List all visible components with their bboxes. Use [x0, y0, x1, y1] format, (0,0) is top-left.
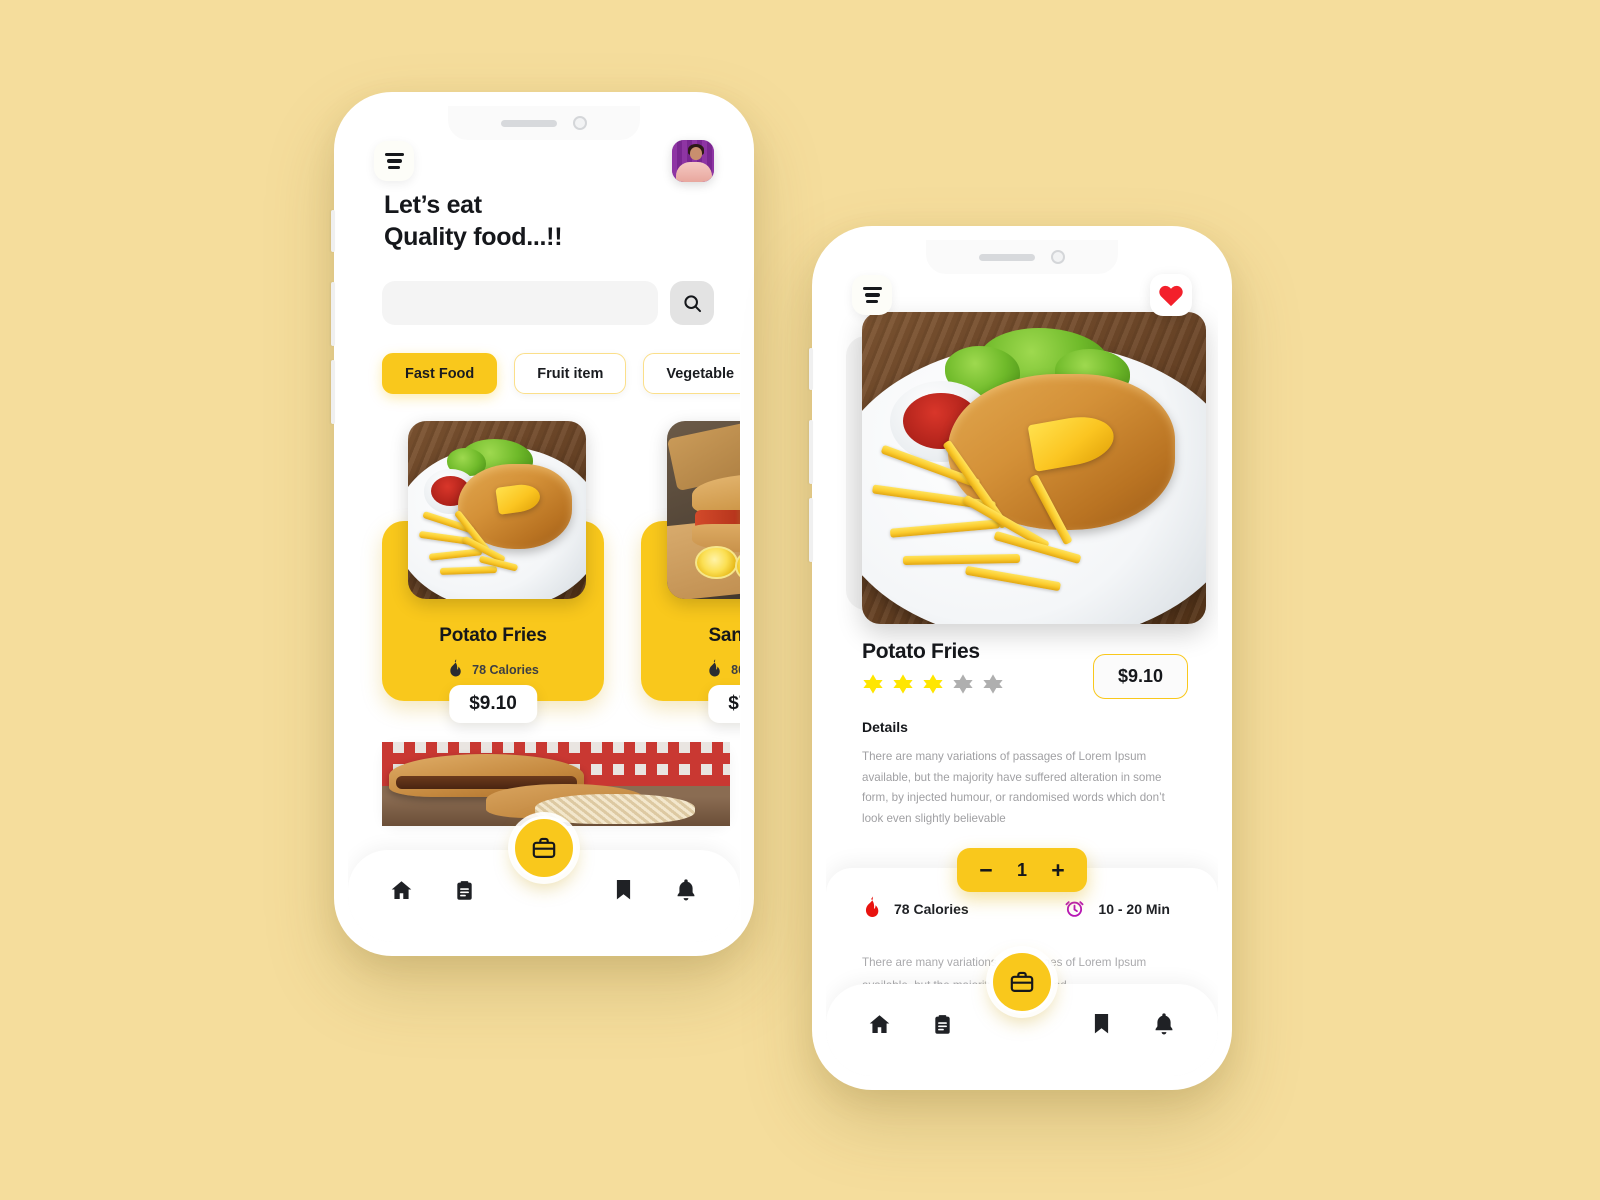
product-price: $9.10 [1092, 654, 1188, 699]
flame-icon [862, 896, 881, 922]
flame-icon [706, 659, 722, 681]
food-card-price: $9.10 [449, 685, 537, 723]
earpiece-speaker [979, 253, 1035, 261]
food-card-calories: 78 Calories [382, 659, 604, 681]
food-card-image-sandwich [667, 421, 740, 599]
category-pill-fast-food[interactable]: Fast Food [382, 353, 498, 394]
detail-screen: Potato Fries $9.10 Details There are man… [826, 240, 1218, 1076]
phone-side-button-volume-down[interactable] [809, 498, 813, 562]
search-icon[interactable] [670, 281, 714, 325]
phone-home: Let’s eat Quality food...!! Fast Food Fr… [331, 92, 754, 956]
search-input[interactable] [382, 281, 658, 325]
hamburger-menu-icon[interactable] [852, 275, 892, 315]
home-topbar [374, 140, 714, 182]
nav-item-bookmarks[interactable] [1079, 1002, 1123, 1046]
details-heading: Details [862, 719, 908, 735]
quantity-value: 1 [1016, 859, 1027, 880]
earpiece-speaker [501, 119, 557, 127]
hamburger-menu-icon[interactable] [374, 141, 414, 181]
headline-line-2: Quality food...!! [384, 222, 563, 251]
food-card-price: $7.50 [708, 685, 740, 723]
alarm-clock-icon [1064, 897, 1085, 922]
front-camera [1051, 250, 1065, 264]
info-row: 78 Calories 10 - 20 Min [862, 896, 1188, 922]
home-screen: Let’s eat Quality food...!! Fast Food Fr… [348, 106, 740, 942]
phone-side-button-volume-up[interactable] [331, 282, 335, 346]
star-empty-4[interactable] [952, 673, 974, 695]
nav-item-home[interactable] [858, 1002, 902, 1046]
food-card-potato-fries[interactable]: Potato Fries 78 Calories $9.10 [382, 421, 604, 723]
nav-item-orders[interactable] [921, 1002, 965, 1046]
page-title: Let’s eat Quality food...!! [384, 190, 563, 253]
user-avatar[interactable] [672, 140, 714, 182]
front-camera [573, 116, 587, 130]
food-card-row: Potato Fries 78 Calories $9.10 San 8 $ [382, 421, 740, 723]
food-card-calories: 80 Calories [641, 659, 740, 681]
nav-item-bookmarks[interactable] [601, 868, 645, 912]
nav-item-home[interactable] [380, 868, 424, 912]
phone-detail: Potato Fries $9.10 Details There are man… [809, 226, 1232, 1090]
info-prep-time-label: 10 - 20 Min [1098, 901, 1170, 917]
phone-notch [448, 106, 640, 140]
phone-side-button-mute[interactable] [331, 210, 335, 252]
detail-info: Potato Fries $9.10 Details There are man… [862, 640, 1188, 830]
briefcase-icon[interactable] [512, 816, 576, 880]
heart-icon[interactable] [1150, 274, 1192, 316]
food-card-name: Sandwich [708, 625, 740, 646]
food-card-calories-label: 78 Calories [472, 663, 539, 677]
details-text: There are many variations of passages of… [862, 750, 1165, 825]
star-filled-3[interactable] [922, 673, 944, 695]
nav-item-notifications[interactable] [664, 868, 708, 912]
headline-line-1: Let’s eat [384, 191, 482, 219]
quantity-increment-button[interactable]: + [1049, 858, 1067, 882]
nav-item-orders[interactable] [443, 868, 487, 912]
food-card-name: Potato Fries [439, 625, 547, 646]
hero-image [862, 312, 1206, 624]
quantity-stepper[interactable]: − 1 + [957, 848, 1087, 892]
category-pill-vegetable[interactable]: Vegetable [643, 353, 740, 394]
star-empty-5[interactable] [982, 673, 1004, 695]
phone-notch [926, 240, 1118, 274]
info-calories-label: 78 Calories [894, 901, 969, 917]
search-row [382, 281, 714, 325]
food-card-sandwich[interactable]: Sandwich 80 Calories $7.50 [641, 421, 740, 723]
info-prep-time: 10 - 20 Min [1064, 896, 1170, 922]
detail-topbar [852, 274, 1192, 316]
star-filled-1[interactable] [862, 673, 884, 695]
nav-item-notifications[interactable] [1142, 1002, 1186, 1046]
briefcase-icon[interactable] [990, 950, 1054, 1014]
food-card-calories-label: 80 Calories [731, 663, 740, 677]
quantity-decrement-button[interactable]: − [977, 858, 995, 882]
food-card-image-potato-fries [408, 421, 586, 599]
info-calories: 78 Calories [862, 896, 969, 922]
star-filled-2[interactable] [892, 673, 914, 695]
phone-side-button-volume-up[interactable] [809, 420, 813, 484]
phone-side-button-volume-down[interactable] [331, 360, 335, 424]
list-item[interactable]: burger with coleslaw $8.10 [382, 742, 730, 826]
category-pill-fruit-item[interactable]: Fruit item [514, 353, 627, 394]
list-item-image [382, 742, 730, 826]
category-pill-row: Fast Food Fruit item Vegetable [382, 353, 740, 394]
phone-side-button-mute[interactable] [809, 348, 813, 390]
flame-icon [447, 659, 463, 681]
